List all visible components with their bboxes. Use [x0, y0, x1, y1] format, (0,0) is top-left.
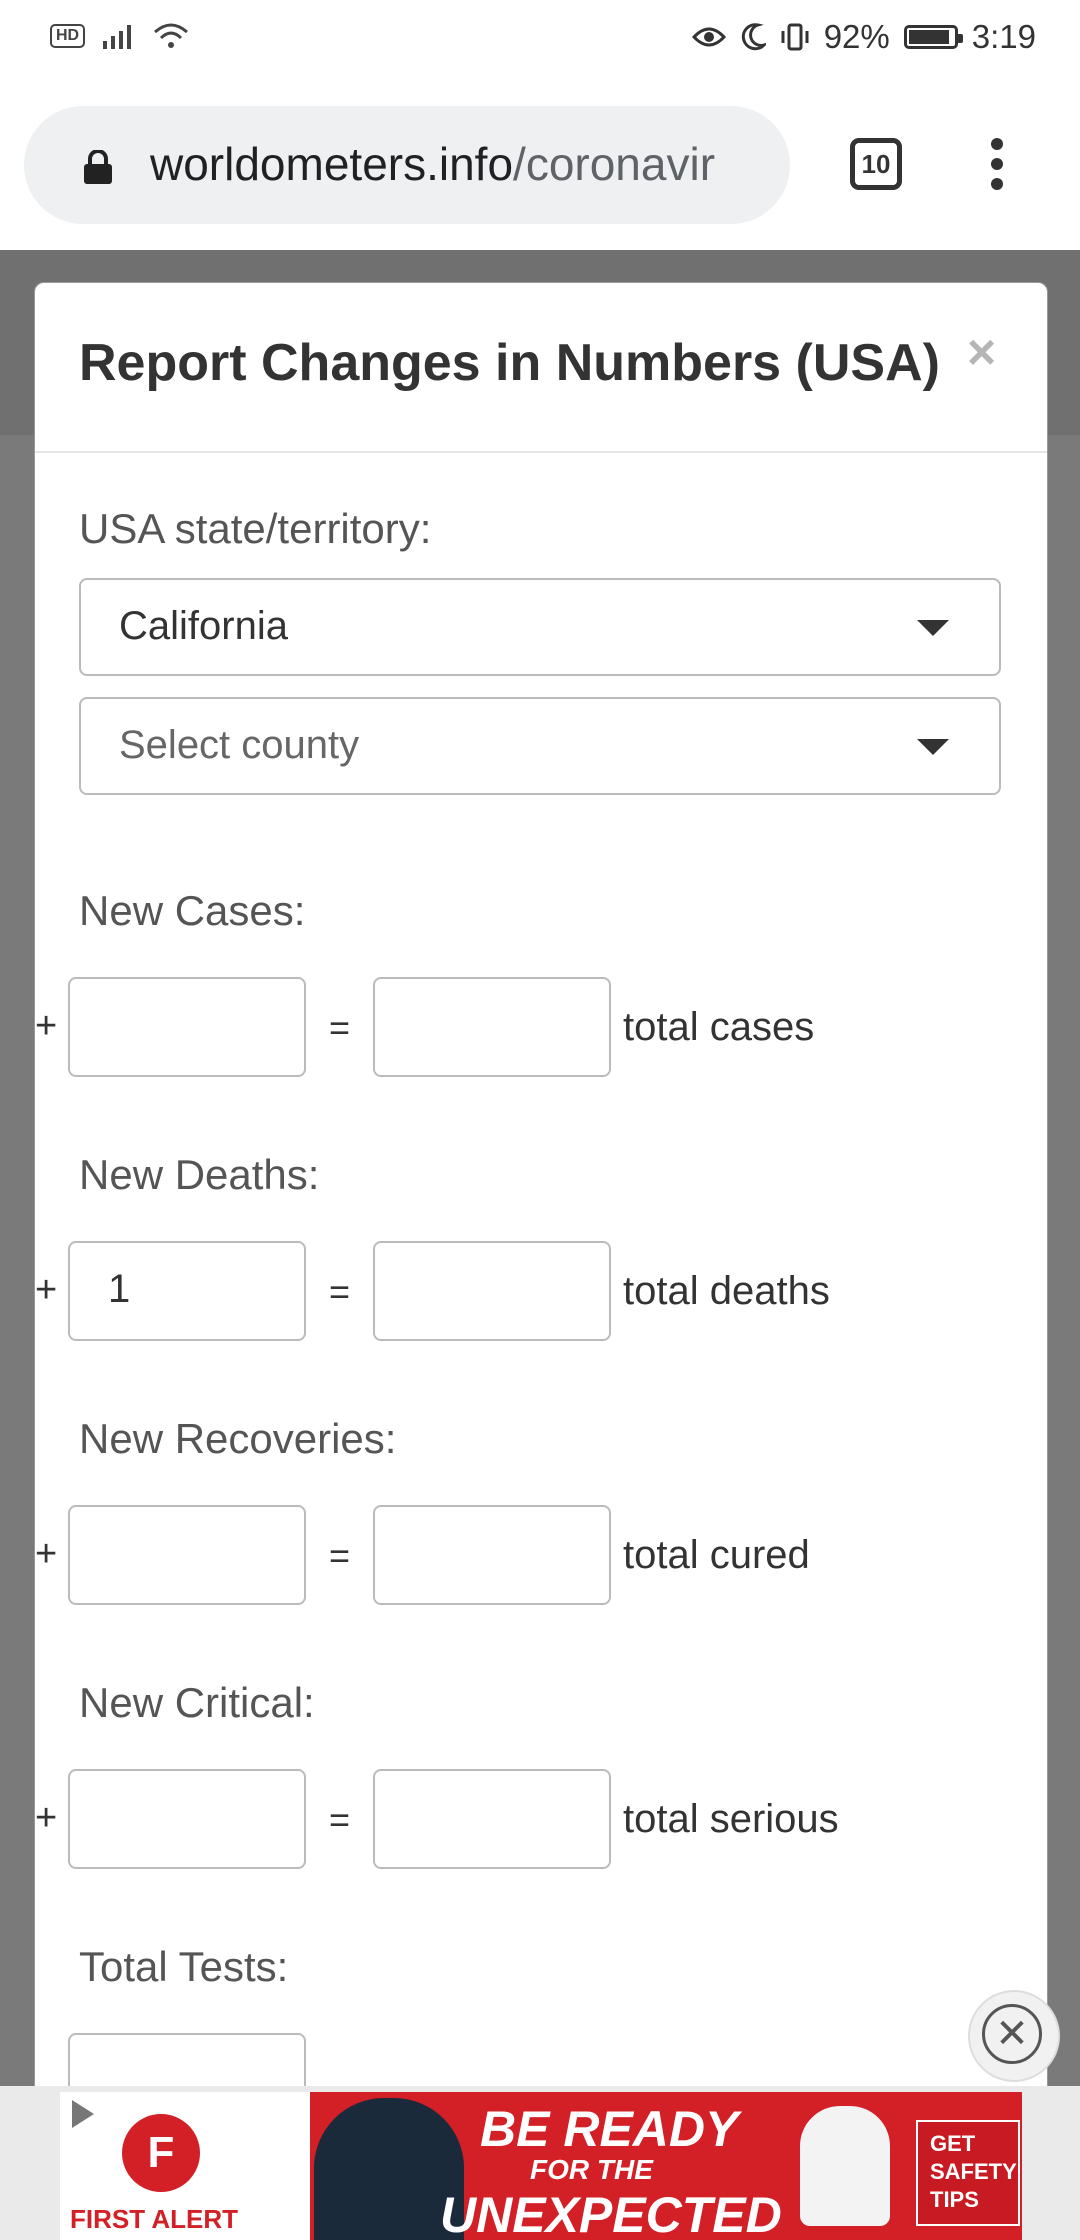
- plus-sign: +: [35, 1005, 58, 1047]
- status-right: 92% 3:19: [691, 18, 1036, 56]
- url-path: /coronavir: [513, 138, 716, 190]
- total-serious-input[interactable]: [373, 1769, 611, 1869]
- wifi-icon: [154, 23, 189, 48]
- total-cases-input[interactable]: [373, 977, 611, 1077]
- ad-banner[interactable]: F FIRST ALERT BE READY FOR THE UNEXPECTE…: [0, 2086, 1080, 2240]
- battery-fill: [908, 30, 949, 44]
- total-cases-label: total cases: [623, 1005, 815, 1049]
- clock: 3:19: [971, 18, 1036, 55]
- modal-header: Report Changes in Numbers (USA) ×: [35, 283, 1047, 453]
- ad-brand: FIRST ALERT: [70, 2204, 239, 2234]
- new-cases-label: New Cases:: [79, 887, 306, 934]
- tab-switcher-button[interactable]: 10: [850, 138, 902, 190]
- new-deaths-input[interactable]: 1: [68, 1241, 306, 1341]
- total-cured-label: total cured: [623, 1533, 810, 1577]
- new-critical-input[interactable]: [68, 1769, 306, 1869]
- moon-icon: [741, 23, 766, 51]
- ad-logo-area: F FIRST ALERT: [60, 2092, 310, 2240]
- modal-title: Report Changes in Numbers (USA): [79, 334, 940, 392]
- hd-icon: HD: [50, 24, 86, 48]
- address-bar[interactable]: worldometers.info/coronavir: [24, 106, 790, 224]
- total-deaths-label: total deaths: [623, 1269, 830, 1313]
- vibrate-icon: [781, 23, 809, 51]
- total-serious-label: total serious: [623, 1797, 839, 1841]
- more-menu-icon[interactable]: [982, 138, 1012, 198]
- state-label: USA state/territory:: [79, 505, 432, 552]
- first-alert-logo: F: [122, 2114, 200, 2192]
- url-text[interactable]: worldometers.info/coronavir: [150, 136, 780, 192]
- county-select-placeholder: Select county: [119, 723, 360, 767]
- state-select[interactable]: California: [79, 578, 1001, 676]
- lock-icon: [84, 150, 112, 184]
- ad-headline-2: FOR THE: [530, 2154, 653, 2185]
- status-left: HD: [50, 22, 189, 50]
- new-cases-input[interactable]: [68, 977, 306, 1077]
- chevron-down-icon: [917, 620, 949, 636]
- total-deaths-input[interactable]: [373, 1241, 611, 1341]
- browser-toolbar: worldometers.info/coronavir 10: [0, 80, 1080, 250]
- status-bar: HD 92% 3:19: [0, 0, 1080, 80]
- new-recoveries-label: New Recoveries:: [79, 1415, 397, 1462]
- chevron-down-icon: [917, 739, 949, 755]
- equals-sign: =: [329, 1007, 351, 1048]
- plus-sign: +: [35, 1269, 58, 1311]
- ad-headline-1: BE READY: [480, 2101, 739, 2157]
- new-critical-label: New Critical:: [79, 1679, 315, 1726]
- plus-sign: +: [35, 1533, 58, 1575]
- close-icon[interactable]: ×: [967, 323, 996, 381]
- new-recoveries-input[interactable]: [68, 1505, 306, 1605]
- equals-sign: =: [329, 1535, 351, 1576]
- equals-sign: =: [329, 1799, 351, 1840]
- adchoices-icon[interactable]: [72, 2100, 94, 2128]
- battery-icon: [903, 25, 963, 49]
- ad-cta-button[interactable]: GET SAFETY TIPS: [916, 2120, 1020, 2226]
- equals-sign: =: [329, 1271, 351, 1312]
- ad-close-button[interactable]: ✕: [970, 1992, 1058, 2080]
- eye-icon: [691, 27, 726, 47]
- new-deaths-label: New Deaths:: [79, 1151, 320, 1198]
- ad-creative[interactable]: F FIRST ALERT BE READY FOR THE UNEXPECTE…: [60, 2092, 1022, 2240]
- report-changes-modal: Report Changes in Numbers (USA) × USA st…: [34, 282, 1048, 2240]
- smoke-detector-image: [800, 2106, 890, 2226]
- state-select-value: California: [119, 604, 288, 648]
- total-cured-input[interactable]: [373, 1505, 611, 1605]
- ad-headline-3: UNEXPECTED: [440, 2187, 782, 2240]
- county-select[interactable]: Select county: [79, 697, 1001, 795]
- plus-sign: +: [35, 1797, 58, 1839]
- total-tests-label: Total Tests:: [79, 1943, 289, 1990]
- url-domain: worldometers.info: [150, 138, 514, 190]
- battery-percent: 92%: [823, 18, 890, 55]
- signal-icon: [103, 25, 132, 49]
- close-icon: ✕: [982, 2004, 1042, 2064]
